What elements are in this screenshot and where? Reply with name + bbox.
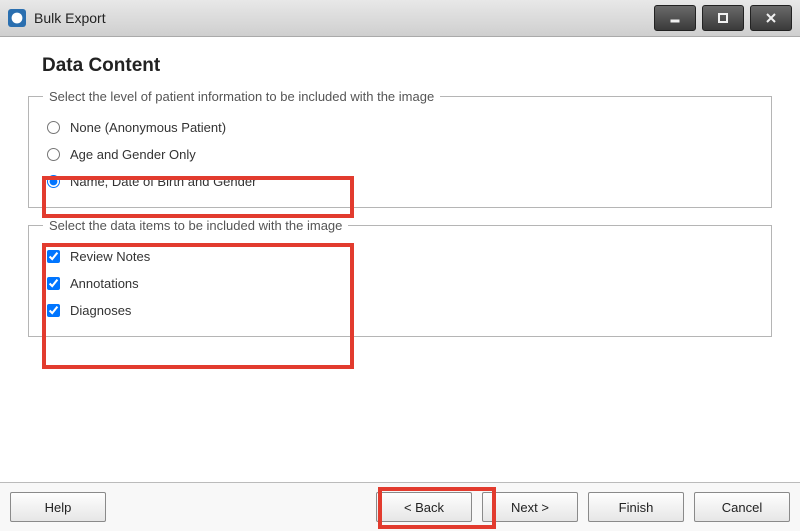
check-diagnoses[interactable]: Diagnoses — [43, 297, 757, 324]
next-button[interactable]: Next > — [482, 492, 578, 522]
radio-name-dob-gender-input[interactable] — [47, 175, 60, 188]
finish-button[interactable]: Finish — [588, 492, 684, 522]
check-annotations-input[interactable] — [47, 277, 60, 290]
window-controls — [654, 5, 792, 31]
data-items-group: Select the data items to be included wit… — [28, 218, 772, 337]
page-heading: Data Content — [42, 55, 772, 77]
radio-name-dob-gender-label: Name, Date of Birth and Gender — [70, 174, 256, 189]
radio-none-label: None (Anonymous Patient) — [70, 120, 226, 135]
cancel-button[interactable]: Cancel — [694, 492, 790, 522]
bulk-export-window: Bulk Export Data Content Select the leve… — [0, 0, 800, 531]
radio-none-input[interactable] — [47, 121, 60, 134]
help-button[interactable]: Help — [10, 492, 106, 522]
check-review-notes[interactable]: Review Notes — [43, 243, 757, 270]
app-icon — [8, 9, 26, 27]
wizard-button-bar: Help < Back Next > Finish Cancel — [0, 482, 800, 531]
back-button[interactable]: < Back — [376, 492, 472, 522]
patient-info-legend: Select the level of patient information … — [43, 89, 440, 104]
close-icon — [765, 12, 777, 24]
window-title: Bulk Export — [34, 10, 106, 26]
radio-none[interactable]: None (Anonymous Patient) — [43, 114, 757, 141]
minimize-button[interactable] — [654, 5, 696, 31]
radio-age-gender-label: Age and Gender Only — [70, 147, 196, 162]
wizard-page: Data Content Select the level of patient… — [0, 37, 800, 482]
maximize-icon — [717, 12, 729, 24]
radio-name-dob-gender[interactable]: Name, Date of Birth and Gender — [43, 168, 757, 195]
maximize-button[interactable] — [702, 5, 744, 31]
data-items-legend: Select the data items to be included wit… — [43, 218, 348, 233]
minimize-icon — [669, 12, 681, 24]
check-diagnoses-label: Diagnoses — [70, 303, 131, 318]
check-review-notes-input[interactable] — [47, 250, 60, 263]
check-annotations-label: Annotations — [70, 276, 139, 291]
check-diagnoses-input[interactable] — [47, 304, 60, 317]
check-annotations[interactable]: Annotations — [43, 270, 757, 297]
check-review-notes-label: Review Notes — [70, 249, 150, 264]
radio-age-gender[interactable]: Age and Gender Only — [43, 141, 757, 168]
titlebar: Bulk Export — [0, 0, 800, 37]
patient-info-group: Select the level of patient information … — [28, 89, 772, 208]
close-button[interactable] — [750, 5, 792, 31]
radio-age-gender-input[interactable] — [47, 148, 60, 161]
